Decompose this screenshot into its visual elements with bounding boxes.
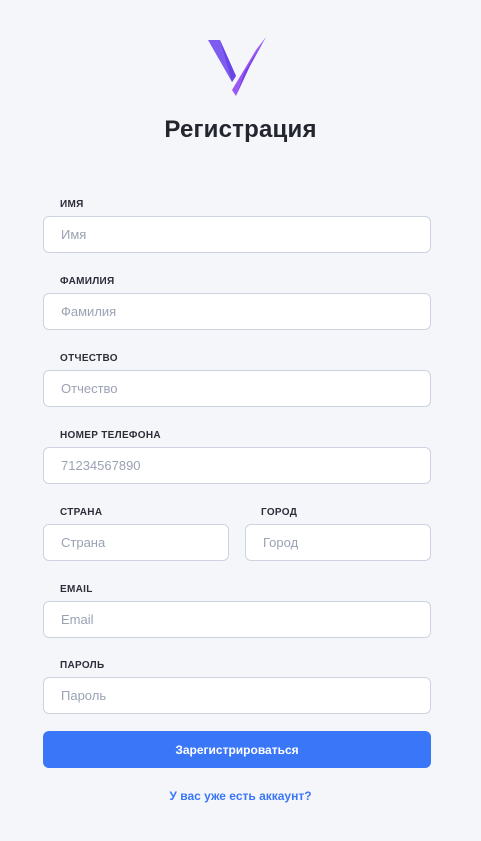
city-label: ГОРОД: [261, 507, 298, 518]
page-title: Регистрация: [164, 116, 317, 143]
login-link[interactable]: У вас уже есть аккаунт?: [0, 789, 481, 803]
email-label: EMAIL: [60, 584, 93, 595]
city-input[interactable]: [245, 524, 431, 561]
v-logo-icon: [208, 37, 266, 96]
password-label: ПАРОЛЬ: [60, 660, 105, 671]
email-input[interactable]: [43, 601, 431, 638]
phone-label: НОМЕР ТЕЛЕФОНА: [60, 430, 161, 441]
first-name-input[interactable]: [43, 216, 431, 253]
last-name-input[interactable]: [43, 293, 431, 330]
country-label: СТРАНА: [60, 507, 103, 518]
phone-input[interactable]: [43, 447, 431, 484]
country-input[interactable]: [43, 524, 229, 561]
patronymic-label: ОТЧЕСТВО: [60, 353, 118, 364]
patronymic-input[interactable]: [43, 370, 431, 407]
last-name-label: ФАМИЛИЯ: [60, 276, 115, 287]
first-name-label: ИМЯ: [60, 199, 84, 210]
password-input[interactable]: [43, 677, 431, 714]
registration-page: Регистрация ИМЯ ФАМИЛИЯ ОТЧЕСТВО НОМЕР Т…: [0, 0, 481, 841]
register-button[interactable]: Зарегистрироваться: [43, 731, 431, 768]
